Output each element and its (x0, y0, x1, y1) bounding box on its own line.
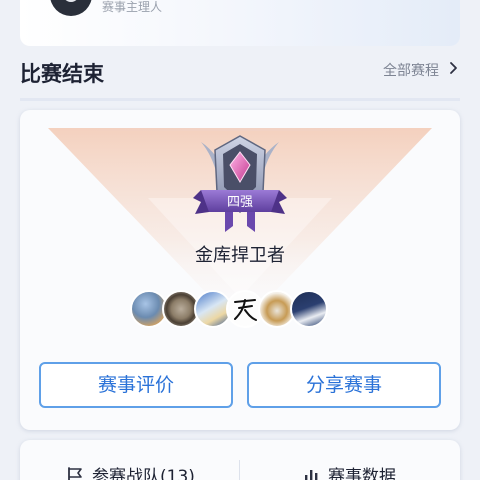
stats-divider (239, 460, 240, 480)
organizer-card[interactable]: 赛事主理人 (20, 0, 460, 46)
teams-stat-label: 参赛战队(13) (92, 467, 195, 480)
section-divider (20, 98, 460, 101)
share-button[interactable]: 分享赛事 (247, 362, 441, 408)
chevron-right-icon (449, 61, 458, 79)
match-result-card: 四强 金库捍卫者 赛事评价 分享赛事 (20, 110, 460, 430)
all-schedule-label: 全部赛程 (383, 63, 439, 79)
organizer-label: 赛事主理人 (102, 0, 163, 14)
honor-title: 金库捍卫者 (195, 245, 285, 266)
bar-chart-icon (305, 469, 318, 480)
stats-card: 参赛战队(13) 赛事数据 (20, 440, 460, 480)
ink-symbol-icon (234, 299, 257, 321)
review-button[interactable]: 赛事评价 (39, 362, 233, 408)
member-avatar[interactable] (290, 290, 328, 328)
team-members (130, 290, 328, 328)
teams-stat[interactable]: 参赛战队(13) (66, 462, 195, 480)
section-title: 比赛结束 (20, 62, 104, 86)
organizer-avatar[interactable] (50, 0, 92, 16)
flag-icon (68, 466, 82, 480)
data-stat-label: 赛事数据 (328, 467, 396, 480)
trophy-badge-icon: 四强 (193, 135, 287, 232)
rank-badge-text: 四强 (227, 195, 253, 210)
all-schedule-link[interactable]: 全部赛程 (383, 60, 458, 80)
data-stat[interactable]: 赛事数据 (302, 462, 396, 480)
